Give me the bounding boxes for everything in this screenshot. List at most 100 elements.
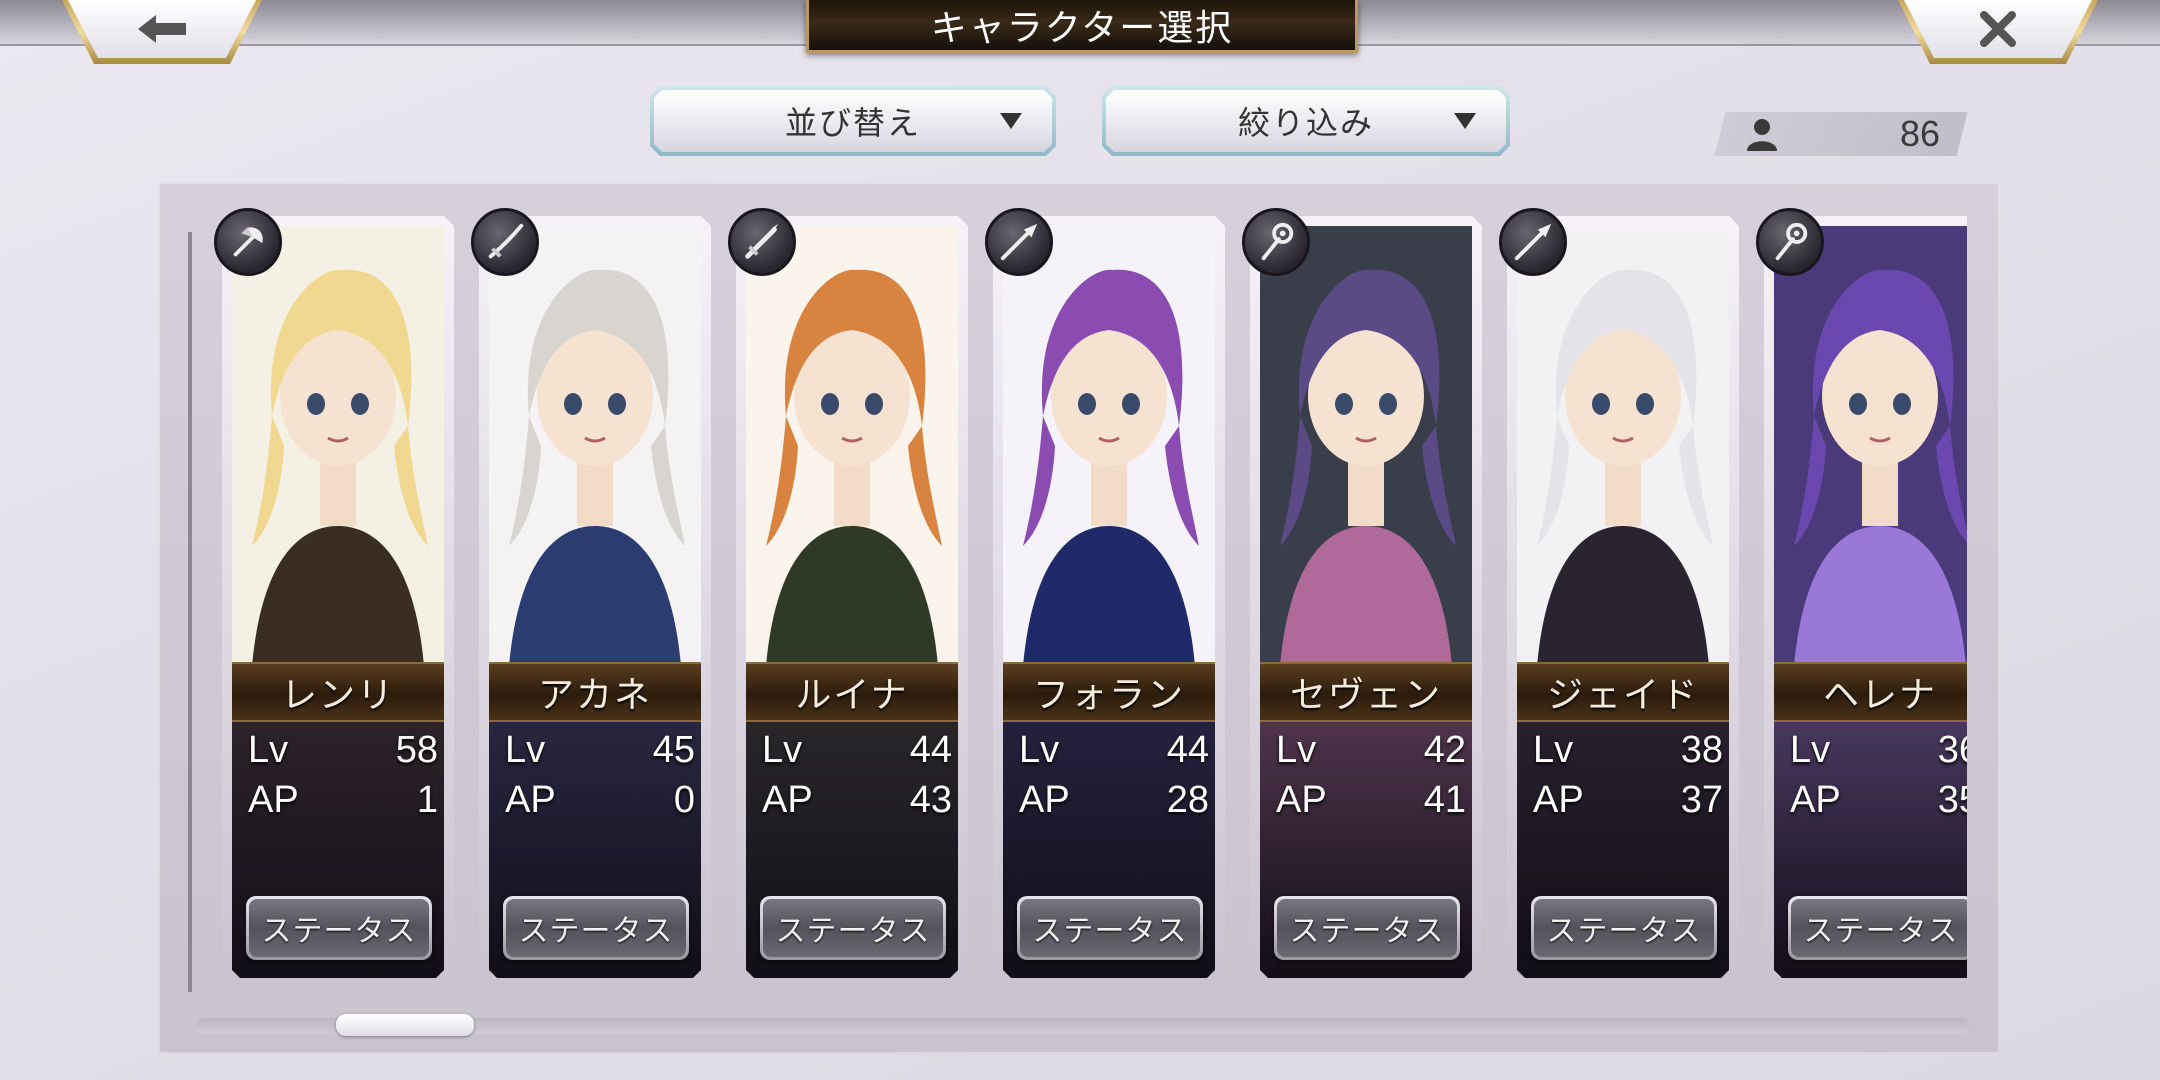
spear-icon: [1000, 223, 1038, 261]
status-button-face: ステータス: [763, 899, 943, 957]
ap-label: AP: [1533, 779, 1584, 821]
status-button-label: ステータス: [261, 914, 417, 949]
ap-value: 0: [673, 779, 695, 821]
status-button[interactable]: ステータス: [1017, 896, 1203, 960]
character-nameplate: レンリ: [232, 662, 444, 722]
ap-value: 41: [1423, 779, 1466, 821]
staff-icon: [1261, 222, 1294, 261]
level-value: 44: [1166, 729, 1209, 771]
weapon-badge: [728, 208, 796, 276]
ap-value: 1: [416, 779, 438, 821]
character-level-row: Lv 42: [1276, 726, 1466, 774]
sort-dropdown[interactable]: 並び替え: [650, 86, 1056, 156]
card-artwork: [1774, 226, 1967, 978]
level-label: Lv: [762, 729, 803, 771]
ap-label: AP: [505, 779, 556, 821]
spear-icon: [1514, 223, 1552, 261]
character-level-row: Lv 44: [762, 726, 952, 774]
status-button[interactable]: ステータス: [1274, 896, 1460, 960]
level-value: 36: [1937, 729, 1967, 771]
status-button-face: ステータス: [1020, 899, 1200, 957]
character-card[interactable]: レンリ Lv 58 AP 1 ステータス: [214, 208, 454, 988]
character-level-row: Lv 58: [248, 726, 438, 774]
arrow-left-icon: [138, 15, 186, 43]
character-card[interactable]: ルイナ Lv 44 AP 43 ステータス: [728, 208, 968, 988]
ap-value: 28: [1166, 779, 1209, 821]
weapon-badge: [1242, 208, 1310, 276]
level-value: 42: [1423, 729, 1466, 771]
person-icon: [1747, 119, 1777, 151]
character-portrait: [1260, 226, 1472, 666]
status-button[interactable]: ステータス: [760, 896, 946, 960]
card-artwork: [489, 226, 701, 978]
character-card[interactable]: アカネ Lv 45 AP 0 ステータス: [471, 208, 711, 988]
character-nameplate: ジェイド: [1517, 662, 1729, 722]
character-level-row: Lv 45: [505, 726, 695, 774]
character-ap-row: AP 28: [1019, 776, 1209, 824]
back-button[interactable]: [62, 0, 262, 64]
level-value: 58: [395, 729, 438, 771]
status-button-label: ステータス: [1032, 914, 1188, 949]
character-name: ルイナ: [795, 675, 909, 716]
status-button[interactable]: ステータス: [503, 896, 689, 960]
character-nameplate: アカネ: [489, 662, 701, 722]
status-button-face: ステータス: [249, 899, 429, 957]
status-button[interactable]: ステータス: [1788, 896, 1967, 960]
level-label: Lv: [1790, 729, 1831, 771]
character-nameplate: ヘレナ: [1774, 662, 1967, 722]
weapon-badge: [214, 208, 282, 276]
character-ap-row: AP 35: [1790, 776, 1967, 824]
character-card-list[interactable]: レンリ Lv 58 AP 1 ステータス アカネ Lv 45 AP 0 ステータス ルイナ Lv 44 AP 4…: [212, 208, 1967, 998]
ap-value: 37: [1680, 779, 1723, 821]
character-ap-row: AP 0: [505, 776, 695, 824]
chevron-down-icon: [1000, 113, 1022, 129]
weapon-badge: [1756, 208, 1824, 276]
character-portrait: [1003, 226, 1215, 666]
status-button-label: ステータス: [1803, 914, 1959, 949]
character-card[interactable]: ヘレナ Lv 36 AP 35 ステータス: [1756, 208, 1967, 988]
status-button-face: ステータス: [1277, 899, 1457, 957]
back-button-face: [68, 0, 256, 58]
ap-label: AP: [1276, 779, 1327, 821]
panel-edge-line: [188, 232, 192, 992]
character-portrait: [1517, 226, 1729, 666]
level-label: Lv: [1019, 729, 1060, 771]
status-button-face: ステータス: [1534, 899, 1714, 957]
scrollbar-thumb[interactable]: [336, 1014, 474, 1036]
character-name: ヘレナ: [1822, 675, 1937, 716]
filter-dropdown[interactable]: 絞り込み: [1102, 86, 1510, 156]
status-button-label: ステータス: [518, 914, 674, 949]
filter-label: 絞り込み: [1237, 104, 1374, 142]
character-card[interactable]: フォラン Lv 44 AP 28 ステータス: [985, 208, 1225, 988]
weapon-badge: [985, 208, 1053, 276]
level-value: 45: [652, 729, 695, 771]
character-portrait: [1774, 226, 1967, 666]
sort-dropdown-face: 並び替え: [654, 90, 1052, 152]
status-button[interactable]: ステータス: [246, 896, 432, 960]
card-artwork: [1003, 226, 1215, 978]
character-portrait: [746, 226, 958, 666]
sort-label: 並び替え: [784, 104, 921, 142]
card-artwork: [746, 226, 958, 978]
character-card[interactable]: ジェイド Lv 38 AP 37 ステータス: [1499, 208, 1739, 988]
card-artwork: [1517, 226, 1729, 978]
staff-icon: [1775, 222, 1808, 261]
weapon-badge: [471, 208, 539, 276]
sword-icon: [745, 223, 779, 259]
close-button-face: [1904, 0, 2092, 58]
character-name: セヴェン: [1289, 675, 1442, 716]
status-button[interactable]: ステータス: [1531, 896, 1717, 960]
status-button-label: ステータス: [1289, 914, 1445, 949]
character-ap-row: AP 41: [1276, 776, 1466, 824]
ap-label: AP: [1790, 779, 1841, 821]
character-portrait: [232, 226, 444, 666]
status-button-label: ステータス: [775, 914, 931, 949]
status-button-label: ステータス: [1546, 914, 1702, 949]
status-button-face: ステータス: [1791, 899, 1967, 957]
character-nameplate: ルイナ: [746, 662, 958, 722]
character-name: ジェイド: [1546, 675, 1699, 716]
close-button[interactable]: [1898, 0, 2098, 64]
ap-value: 43: [909, 779, 952, 821]
character-card[interactable]: セヴェン Lv 42 AP 41 ステータス: [1242, 208, 1482, 988]
filter-dropdown-face: 絞り込み: [1106, 90, 1506, 152]
